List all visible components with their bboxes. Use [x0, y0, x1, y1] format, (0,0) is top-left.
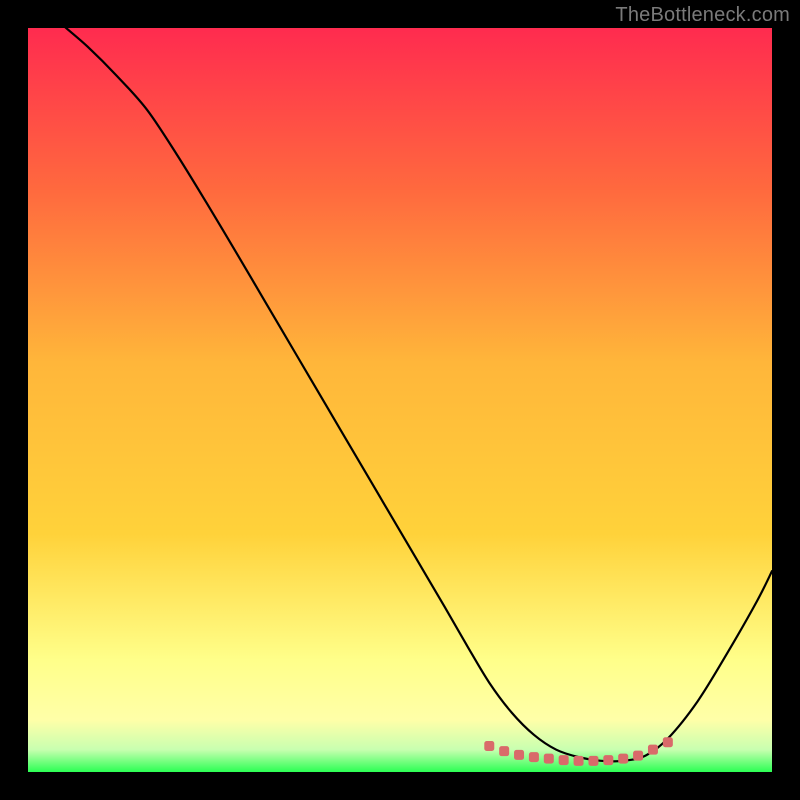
valley-marker	[588, 756, 598, 766]
valley-marker	[499, 746, 509, 756]
watermark-text: TheBottleneck.com	[615, 4, 790, 27]
valley-marker	[514, 750, 524, 760]
gradient-background	[28, 28, 772, 772]
valley-marker	[559, 755, 569, 765]
valley-marker	[618, 754, 628, 764]
valley-marker	[574, 756, 584, 766]
valley-marker	[648, 745, 658, 755]
chart-plot	[28, 28, 772, 772]
valley-marker	[603, 755, 613, 765]
valley-marker	[484, 741, 494, 751]
valley-marker	[663, 737, 673, 747]
chart-stage: TheBottleneck.com	[0, 0, 800, 800]
valley-marker	[544, 754, 554, 764]
valley-marker	[529, 752, 539, 762]
valley-marker	[633, 751, 643, 761]
